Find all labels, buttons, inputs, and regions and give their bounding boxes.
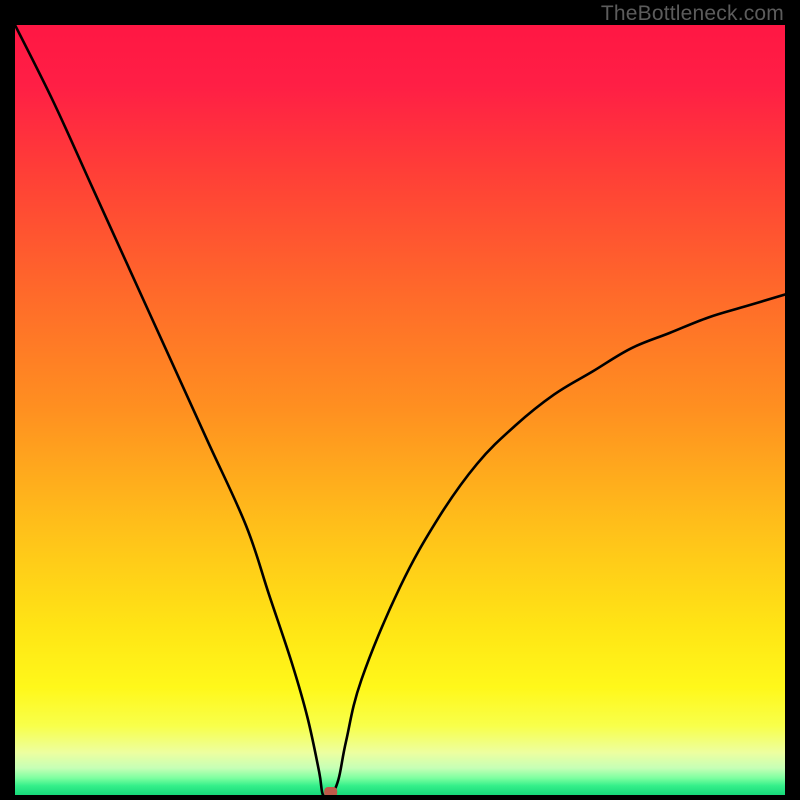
- minimum-marker: [324, 787, 337, 795]
- chart-background: [15, 25, 785, 795]
- chart-frame: [15, 25, 785, 795]
- bottleneck-chart: [15, 25, 785, 795]
- watermark-text: TheBottleneck.com: [601, 2, 784, 26]
